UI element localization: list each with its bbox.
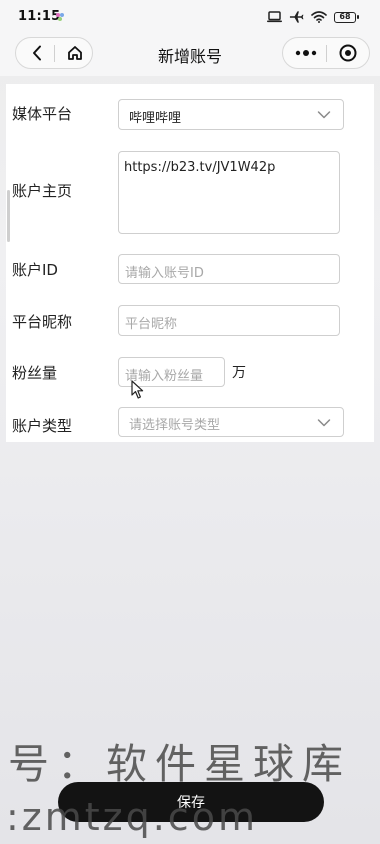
nickname-placeholder: 平台昵称 xyxy=(125,317,178,332)
homepage-textarea[interactable]: https://b23.tv/JV1W42p xyxy=(118,151,340,234)
notification-dot-icon xyxy=(56,13,64,21)
status-bar: 11:15 68 xyxy=(0,0,380,34)
account-id-placeholder: 请输入账号ID xyxy=(125,266,204,281)
platform-label: 媒体平台 xyxy=(12,105,73,123)
account-type-select[interactable]: 请选择账号类型 xyxy=(118,407,344,437)
scrollbar[interactable] xyxy=(7,190,10,242)
followers-unit: 万 xyxy=(232,365,246,381)
followers-label: 粉丝量 xyxy=(12,364,58,382)
homepage-value: https://b23.tv/JV1W42p xyxy=(124,160,276,175)
more-dots-icon xyxy=(295,50,317,56)
capsule-divider xyxy=(326,45,327,62)
account-type-placeholder: 请选择账号类型 xyxy=(129,418,221,433)
battery-icon: 68 xyxy=(334,11,359,23)
chevron-down-icon xyxy=(317,419,331,427)
platform-value: 哔哩哔哩 xyxy=(129,111,182,126)
target-circle-icon xyxy=(339,44,357,62)
more-button[interactable] xyxy=(291,41,321,65)
platform-select[interactable]: 哔哩哔哩 xyxy=(118,99,344,130)
wifi-icon xyxy=(311,11,327,23)
nickname-label: 平台昵称 xyxy=(12,313,73,331)
mouse-cursor-icon xyxy=(131,380,144,399)
account-id-label: 账户ID xyxy=(12,261,58,279)
nickname-input[interactable]: 平台昵称 xyxy=(118,305,340,336)
account-id-input[interactable]: 请输入账号ID xyxy=(118,254,340,284)
airplane-icon xyxy=(289,11,304,23)
watermark-text: 号：软件星球库 xyxy=(8,740,351,788)
account-type-label: 账户类型 xyxy=(12,417,73,435)
nav-bar: 新增账号 xyxy=(0,34,380,76)
status-icons: 68 xyxy=(267,9,359,25)
watermark-url: :zmtzq.com xyxy=(6,795,258,839)
close-miniprogram-button[interactable] xyxy=(334,41,362,65)
nav-right-capsule xyxy=(282,37,370,69)
chevron-down-icon xyxy=(317,111,331,119)
homepage-label: 账户主页 xyxy=(12,182,73,200)
laptop-icon xyxy=(267,11,282,23)
